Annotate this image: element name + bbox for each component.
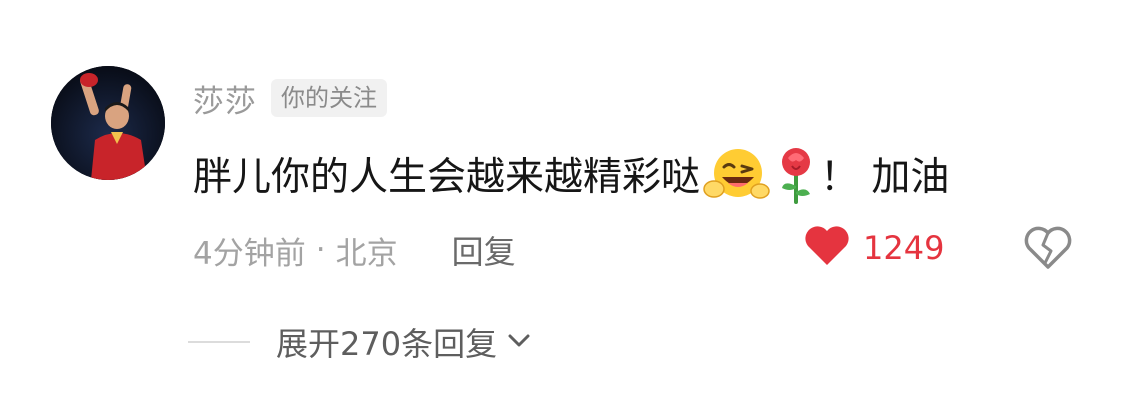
dislike-button[interactable] [1023,223,1073,273]
avatar[interactable] [51,66,165,180]
meta-separator: · [315,232,326,268]
chevron-down-icon [505,330,533,354]
like-button[interactable]: 1249 [803,224,944,272]
username-row: 莎莎 你的关注 [193,76,387,120]
comment-time: 4分钟前 [193,235,306,272]
expand-divider [188,341,250,343]
heart-icon [803,225,851,271]
like-count: 1249 [863,229,945,267]
comment-text-main: 胖儿你的人生会越来越精彩哒 [193,155,701,200]
username[interactable]: 莎莎 [193,76,257,121]
comment-item: 莎莎 你的关注 胖儿你的人生会越来越精彩哒 ！ 加油 4分钟前 · 北京 回复 … [0,0,1132,407]
expand-replies[interactable]: 展开270条回复 [188,318,533,366]
comment-location: 北京 [335,235,398,272]
expand-replies-label: 展开270条回复 [276,325,498,363]
meta-row: 4分钟前 · 北京 回复 [193,226,516,274]
reply-button[interactable]: 回复 [452,227,516,273]
rose-emoji-icon [774,144,818,204]
comment-text: 胖儿你的人生会越来越精彩哒 ！ 加油 [193,142,949,206]
comment-text-tail: ！ 加油 [820,155,950,200]
follow-badge: 你的关注 [271,79,387,117]
grinning-wink-emoji-icon [702,145,770,203]
broken-heart-icon [1023,226,1073,277]
